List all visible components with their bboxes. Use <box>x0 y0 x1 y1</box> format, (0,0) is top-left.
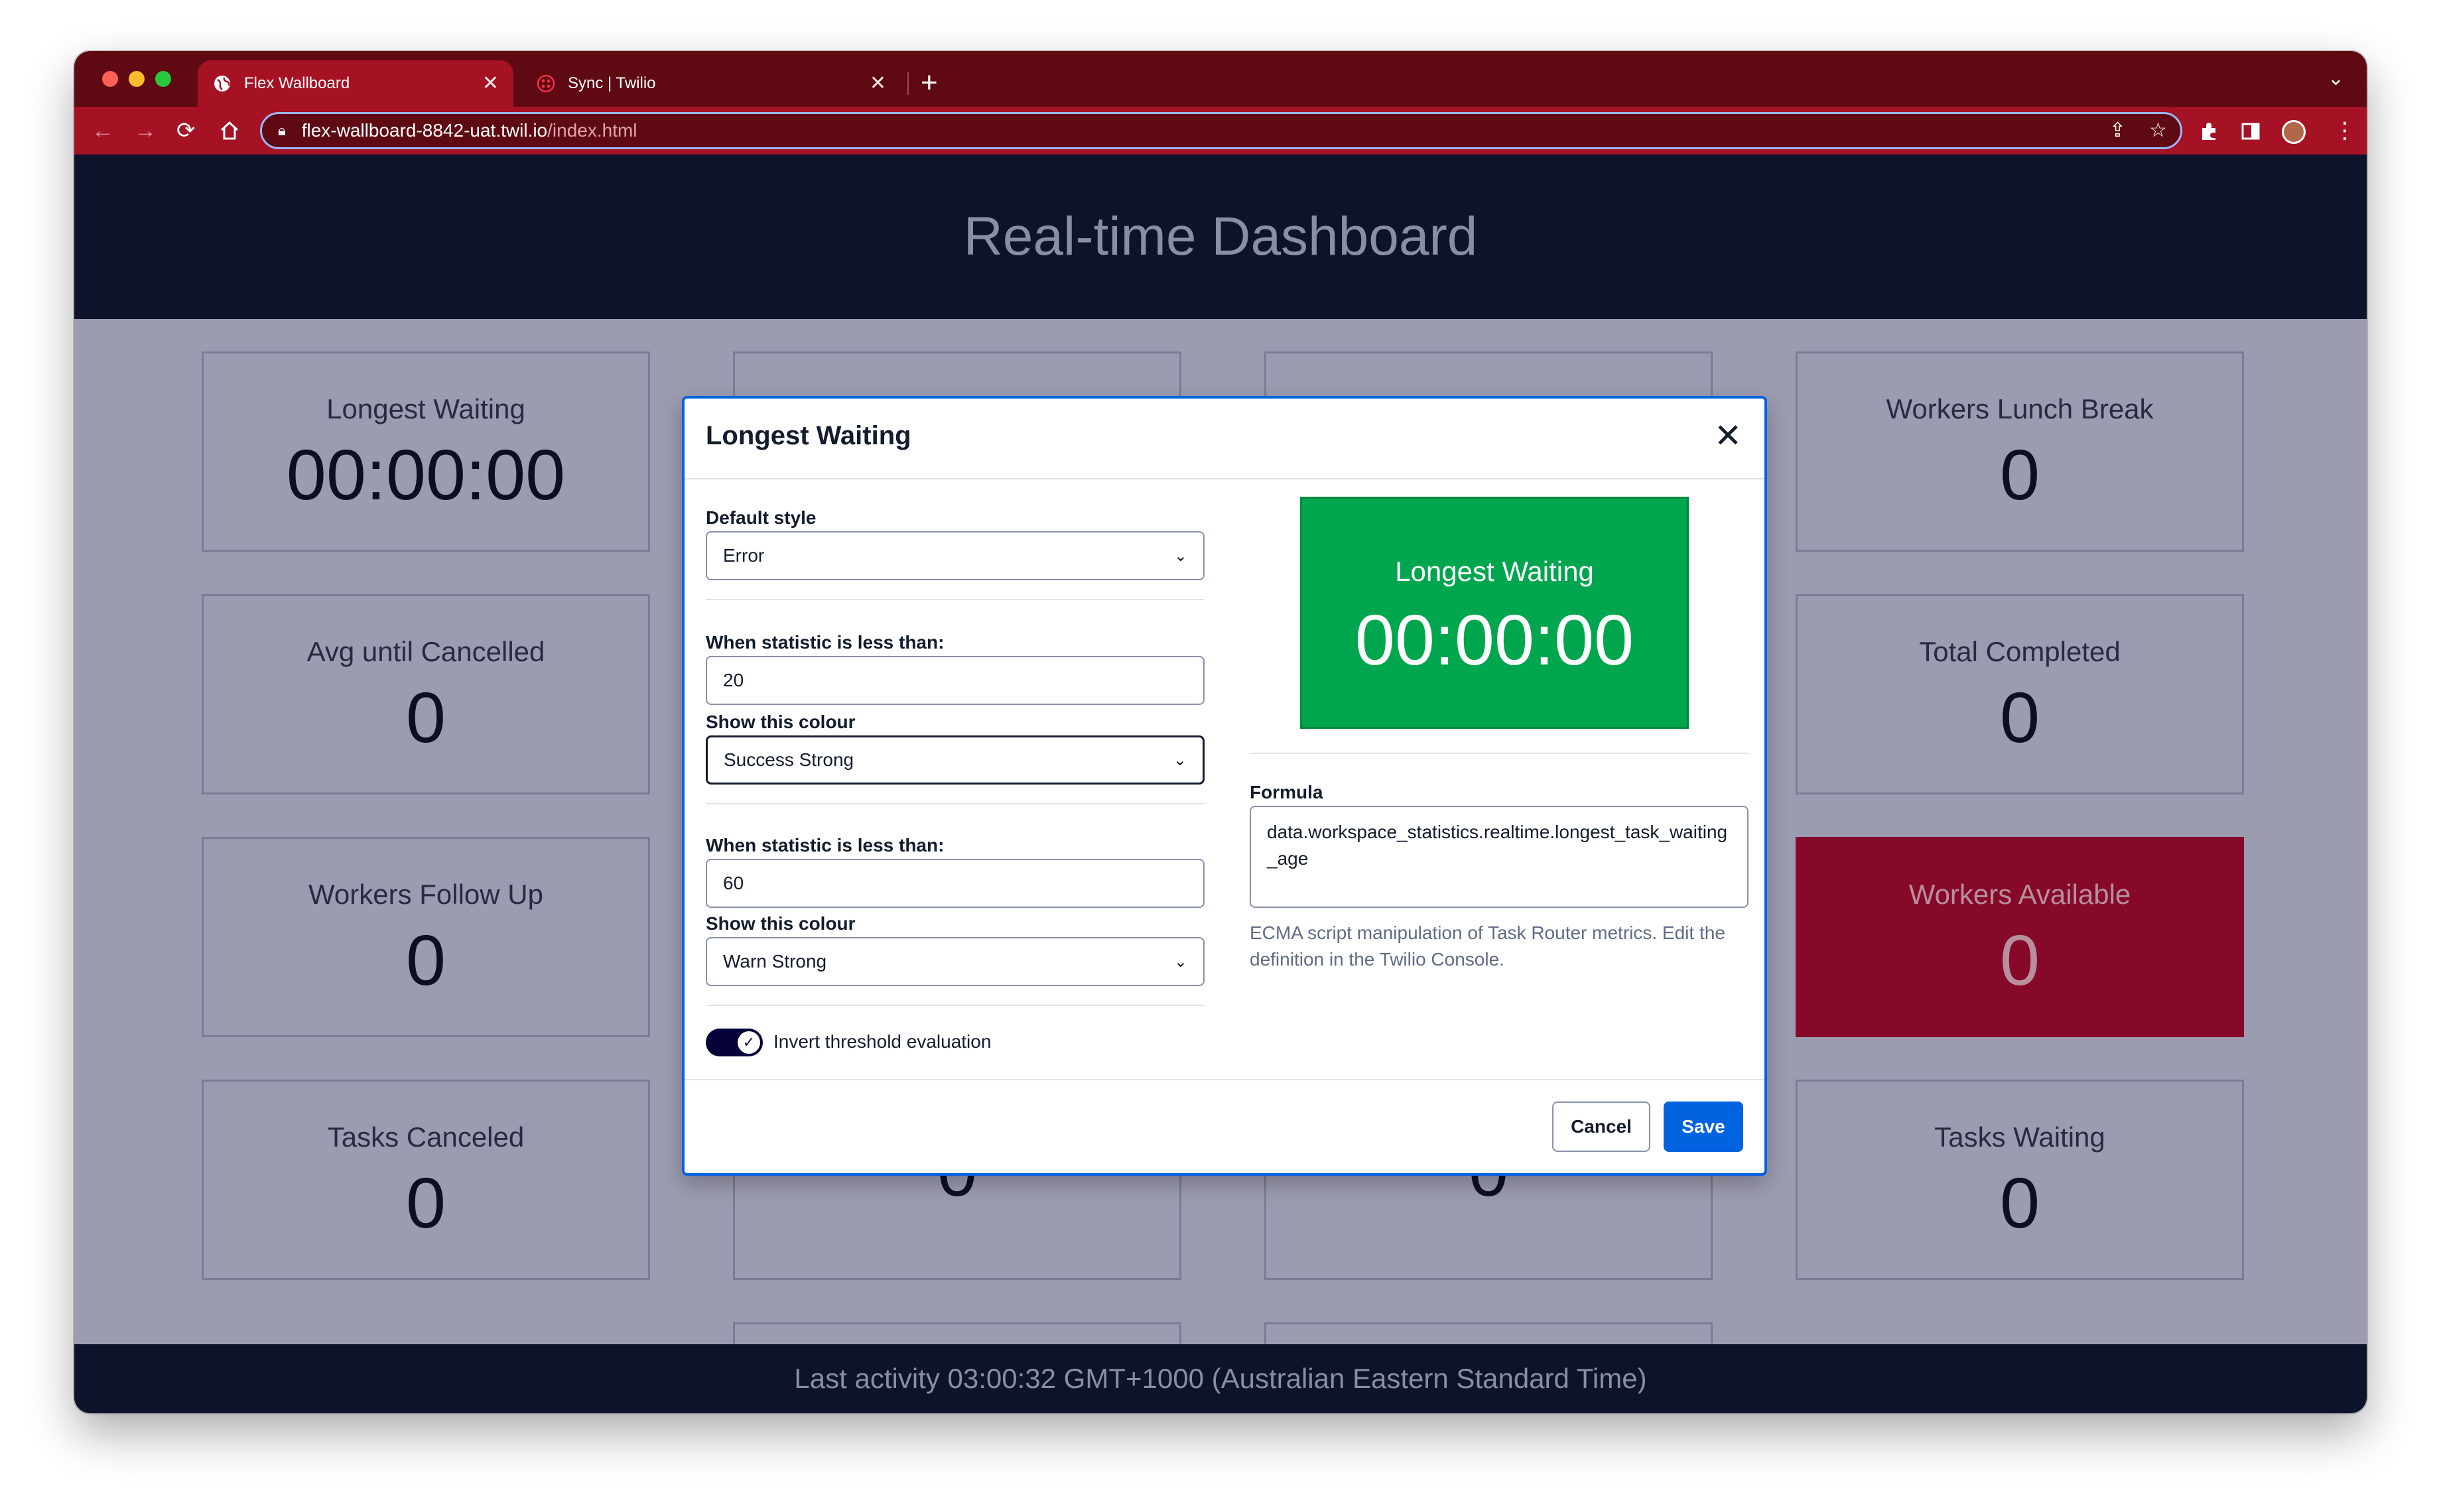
divider <box>1250 753 1748 754</box>
tile-value: 0 <box>405 677 446 757</box>
tile-value: 0 <box>405 1163 446 1243</box>
tile-value: 0 <box>1999 434 2040 515</box>
forward-icon[interactable]: → <box>134 116 157 145</box>
lock-icon: 🔒︎ <box>278 122 286 139</box>
chevron-down-icon: ⌄ <box>1173 546 1187 565</box>
tile-value: 0 <box>1999 677 2040 757</box>
tab-sync-twilio[interactable]: Sync | Twilio ✕ <box>521 60 901 107</box>
input-value: 20 <box>723 670 744 690</box>
home-icon[interactable] <box>219 120 240 141</box>
tile-preview: Longest Waiting 00:00:00 <box>1300 497 1689 729</box>
last-activity-footer: Last activity 03:00:32 GMT+1000 (Austral… <box>74 1344 2367 1413</box>
back-icon[interactable]: ← <box>92 116 114 145</box>
divider <box>706 599 1205 600</box>
new-tab-button[interactable]: + <box>921 66 938 100</box>
save-button[interactable]: Save <box>1664 1102 1743 1152</box>
tab-title: Flex Wallboard <box>244 74 350 92</box>
tile-workers-lunch-break[interactable]: Workers Lunch Break 0 <box>1796 351 2244 552</box>
url-path: /index.html <box>547 120 637 141</box>
formula-textarea[interactable]: data.workspace_statistics.realtime.longe… <box>1250 806 1748 908</box>
tile-label: Total Completed <box>1919 636 2121 667</box>
colour-2-select[interactable]: Warn Strong ⌄ <box>706 937 1205 986</box>
address-bar[interactable]: 🔒︎ flex-wallboard-8842-uat.twil.io/index… <box>260 112 2182 149</box>
window-close-button[interactable] <box>102 71 118 87</box>
cancel-button[interactable]: Cancel <box>1552 1102 1650 1152</box>
tile-label: Longest Waiting <box>326 393 525 424</box>
select-value: Error <box>723 545 765 566</box>
select-value: Success Strong <box>724 749 854 770</box>
star-icon[interactable]: ☆ <box>2149 114 2167 147</box>
divider <box>706 1005 1205 1006</box>
more-menu-icon[interactable]: ⋮ <box>2334 116 2356 145</box>
tile-label: Tasks Canceled <box>327 1121 525 1153</box>
tile-label: Workers Available <box>1908 879 2131 910</box>
invert-threshold-label: Invert threshold evaluation <box>773 1031 992 1052</box>
close-icon[interactable]: ✕ <box>1714 417 1742 454</box>
last-activity-text: Last activity 03:00:32 GMT+1000 (Austral… <box>794 1363 1647 1394</box>
profile-avatar[interactable] <box>2282 120 2306 144</box>
chevron-down-icon: ⌄ <box>1173 751 1187 769</box>
tile-workers-follow-up[interactable]: Workers Follow Up 0 <box>202 837 650 1037</box>
modal-header: Longest Waiting ✕ <box>685 399 1764 479</box>
globe-icon <box>214 76 230 92</box>
close-icon[interactable]: ✕ <box>870 74 886 94</box>
formula-help-text: ECMA script manipulation of Task Router … <box>1250 922 1725 970</box>
tile-value: 0 <box>1999 920 2040 1000</box>
colour-2-label: Show this colour <box>706 913 856 934</box>
side-panel-icon[interactable] <box>2241 121 2261 141</box>
tile-workers-available[interactable]: Workers Available 0 <box>1796 837 2244 1037</box>
dashboard-header: Real-time Dashboard <box>74 155 2367 319</box>
browser-toolbar: ← → ⟳ 🔒︎ flex-wallboard-8842-uat.twil.io… <box>74 107 2367 155</box>
modal-footer: Cancel Save <box>685 1079 1764 1173</box>
chevron-down-icon: ⌄ <box>1173 952 1187 971</box>
threshold-1-input[interactable]: 20 <box>706 656 1205 705</box>
tile-tasks-waiting[interactable]: Tasks Waiting 0 <box>1796 1080 2244 1280</box>
formula-label: Formula <box>1250 782 1323 802</box>
extensions-icon[interactable] <box>2198 120 2221 143</box>
page-title: Real-time Dashboard <box>963 206 1478 267</box>
tile-label: Workers Lunch Break <box>1886 393 2154 424</box>
share-icon[interactable]: ⇪ <box>2109 114 2126 147</box>
window-zoom-button[interactable] <box>155 71 171 87</box>
invert-threshold-toggle[interactable]: ✓ <box>706 1029 763 1056</box>
close-icon[interactable]: ✕ <box>482 74 499 94</box>
tile-value: 0 <box>1999 1163 2040 1243</box>
tab-strip: Flex Wallboard ✕ Sync | Twilio ✕ + ⌄ <box>74 51 2367 107</box>
threshold-1-label: When statistic is less than: <box>706 632 945 653</box>
tile-settings-modal: Longest Waiting ✕ Default style Error ⌄ … <box>682 396 1767 1176</box>
modal-title: Longest Waiting <box>706 421 911 450</box>
check-icon: ✓ <box>738 1031 760 1054</box>
tab-title: Sync | Twilio <box>568 74 656 92</box>
default-style-select[interactable]: Error ⌄ <box>706 531 1205 580</box>
colour-1-label: Show this colour <box>706 712 856 732</box>
tile-tasks-canceled[interactable]: Tasks Canceled 0 <box>202 1080 650 1280</box>
tile-label: Avg until Cancelled <box>306 636 545 667</box>
tile-longest-waiting[interactable]: Longest Waiting 00:00:00 <box>202 351 650 552</box>
chevron-down-icon[interactable]: ⌄ <box>2328 67 2344 90</box>
twilio-icon <box>537 74 555 93</box>
tile-value: 00:00:00 <box>286 434 566 515</box>
divider <box>706 803 1205 804</box>
tile-total-completed[interactable]: Total Completed 0 <box>1796 594 2244 794</box>
threshold-2-label: When statistic is less than: <box>706 835 945 855</box>
select-value: Warn Strong <box>723 951 827 972</box>
browser-window: Flex Wallboard ✕ Sync | Twilio ✕ + ⌄ ← →… <box>74 51 2367 1413</box>
colour-1-select[interactable]: Success Strong ⌄ <box>706 735 1205 785</box>
tile-label: Tasks Waiting <box>1934 1121 2105 1153</box>
tile-avg-until-cancelled[interactable]: Avg until Cancelled 0 <box>202 594 650 794</box>
tab-flex-wallboard[interactable]: Flex Wallboard ✕ <box>198 60 513 107</box>
preview-value: 00:00:00 <box>1354 599 1634 680</box>
threshold-2-input[interactable]: 60 <box>706 859 1205 908</box>
tab-separator <box>907 72 909 95</box>
default-style-label: Default style <box>706 507 817 528</box>
preview-label: Longest Waiting <box>1395 556 1594 587</box>
window-minimize-button[interactable] <box>129 71 145 87</box>
input-value: 60 <box>723 873 744 893</box>
url-host: flex-wallboard-8842-uat.twil.io <box>301 120 548 141</box>
tile-value: 0 <box>405 920 446 1000</box>
reload-icon[interactable]: ⟳ <box>176 116 196 145</box>
tile-label: Workers Follow Up <box>308 879 543 910</box>
